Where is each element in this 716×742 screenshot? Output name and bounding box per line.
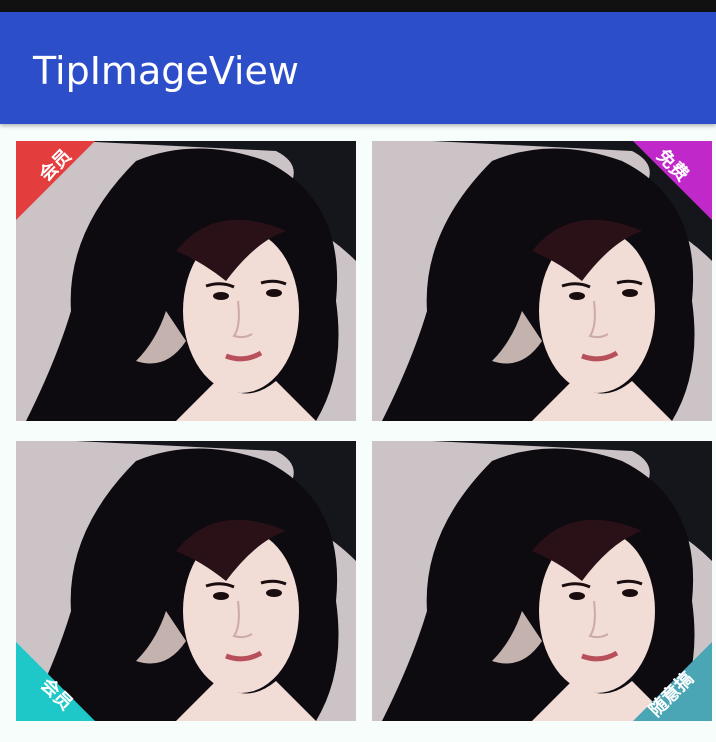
tip-image-card-2[interactable]: 免费	[372, 141, 712, 421]
app-bar: TipImageView	[0, 12, 716, 124]
status-bar	[0, 0, 716, 12]
app-title: TipImageView	[33, 49, 299, 93]
tip-image-card-3[interactable]: 会员	[16, 441, 356, 721]
tip-image-card-1[interactable]: 会员	[16, 141, 356, 421]
tip-image-card-4[interactable]: 随意搞	[372, 441, 712, 721]
